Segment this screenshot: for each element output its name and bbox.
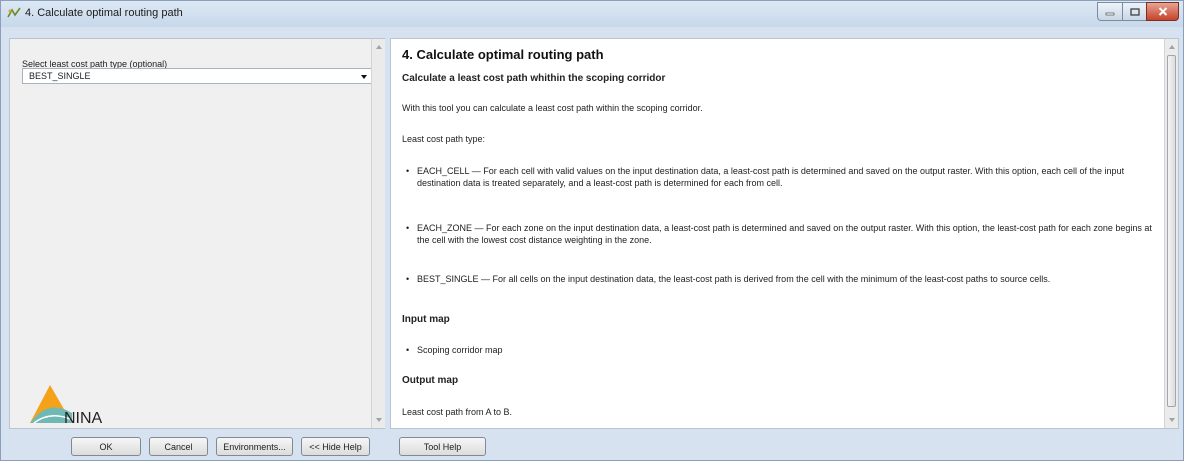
path-type-each-zone: EACH_ZONE — For each zone on the input d… — [406, 222, 1159, 246]
maximize-icon — [1129, 7, 1140, 16]
output-map-heading: Output map — [402, 375, 459, 386]
chevron-down-icon[interactable] — [361, 75, 367, 79]
close-icon — [1158, 7, 1167, 16]
tool-help-button[interactable]: Tool Help — [399, 437, 486, 456]
window-title: 4. Calculate optimal routing path — [25, 7, 183, 19]
close-button[interactable] — [1146, 2, 1179, 21]
help-scrollbar[interactable] — [1164, 39, 1178, 428]
scroll-up-icon[interactable] — [1169, 45, 1175, 49]
minimize-button[interactable] — [1097, 2, 1123, 21]
nina-logo-text: NINA — [64, 410, 103, 427]
input-map-heading: Input map — [402, 314, 450, 325]
parameters-scrollbar[interactable] — [371, 39, 385, 428]
help-content: 4. Calculate optimal routing path Calcul… — [402, 47, 1160, 417]
tool-dialog-window: 4. Calculate optimal routing path Select… — [0, 0, 1184, 461]
help-subtitle: Calculate a least cost path whithin the … — [402, 73, 666, 84]
help-title: 4. Calculate optimal routing path — [402, 47, 604, 62]
scrollbar-thumb[interactable] — [1167, 55, 1176, 407]
path-type-heading: Least cost path type: — [402, 134, 486, 144]
nina-logo: NINA — [28, 383, 138, 429]
scroll-down-icon[interactable] — [1169, 418, 1175, 422]
path-type-each-cell: EACH_CELL — For each cell with valid val… — [406, 165, 1159, 189]
scroll-up-icon[interactable] — [376, 45, 382, 49]
parameters-panel: Select least cost path type (optional) B… — [9, 38, 385, 429]
cancel-button[interactable]: Cancel — [149, 437, 208, 456]
help-intro: With this tool you can calculate a least… — [402, 103, 703, 113]
minimize-icon — [1105, 12, 1115, 15]
ok-button[interactable]: OK — [71, 437, 141, 456]
help-panel: 4. Calculate optimal routing path Calcul… — [390, 38, 1179, 429]
path-type-best-single: BEST_SINGLE — For all cells on the input… — [406, 273, 1159, 285]
button-bar: OK Cancel Environments... << Hide Help T… — [1, 430, 1183, 460]
title-bar[interactable]: 4. Calculate optimal routing path — [1, 1, 1183, 27]
path-type-selected-value: BEST_SINGLE — [29, 71, 91, 81]
scroll-down-icon[interactable] — [376, 418, 382, 422]
path-type-select[interactable]: BEST_SINGLE — [22, 68, 372, 84]
input-map-item: Scoping corridor map — [406, 344, 1159, 356]
environments-button[interactable]: Environments... — [216, 437, 293, 456]
model-tool-icon — [7, 7, 21, 18]
maximize-button[interactable] — [1122, 2, 1147, 21]
hide-help-button[interactable]: << Hide Help — [301, 437, 370, 456]
output-map-text: Least cost path from A to B. — [402, 407, 513, 417]
